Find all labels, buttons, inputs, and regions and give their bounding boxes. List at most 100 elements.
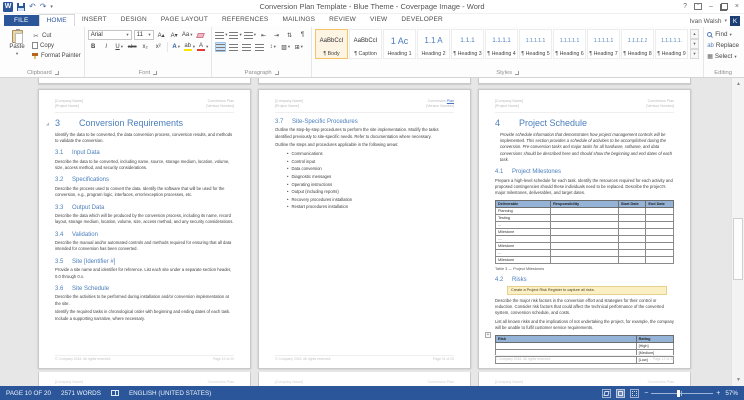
table-header-cell[interactable]: Responsibility bbox=[550, 199, 619, 208]
underline-button[interactable]: U ▾ bbox=[114, 42, 125, 52]
strikethrough-button[interactable]: abc bbox=[127, 42, 138, 52]
doc-table[interactable]: Deliverable Responsibility Start Date End D… bbox=[494, 199, 674, 264]
doc-note[interactable]: Create a Project Risk Register to captur… bbox=[507, 285, 667, 295]
table-cell[interactable] bbox=[550, 255, 619, 264]
copy-button[interactable]: Copy bbox=[32, 41, 81, 50]
table-cell[interactable] bbox=[617, 206, 647, 215]
table-cell[interactable] bbox=[617, 248, 647, 257]
sort-button[interactable]: ⇅ bbox=[284, 30, 295, 40]
gallery-scroll-up-icon[interactable]: ▴ bbox=[690, 29, 700, 39]
zoom-in-icon[interactable]: + bbox=[716, 390, 720, 397]
bullet-item[interactable]: Data conversion bbox=[287, 166, 454, 171]
paste-button[interactable]: Paste ▾ bbox=[5, 28, 29, 57]
table-cell[interactable] bbox=[550, 241, 619, 250]
page-body[interactable]: 3.7 Site-Specific Procedures Outline the s… bbox=[275, 119, 454, 210]
numbering-button[interactable]: ▾ bbox=[229, 30, 242, 40]
doc-heading2[interactable]: 3.3 Output Data bbox=[55, 205, 234, 211]
font-family-combo[interactable]: Arial ▾ bbox=[87, 30, 132, 40]
gallery-more-icon[interactable]: ▾ bbox=[690, 49, 700, 59]
table-cell[interactable] bbox=[550, 220, 619, 229]
tab-review[interactable]: REVIEW bbox=[322, 14, 363, 26]
doc-paragraph[interactable]: Outline the step-by-step procedures to p… bbox=[275, 127, 454, 140]
justify-button[interactable] bbox=[254, 42, 265, 52]
dialog-launcher-icon[interactable] bbox=[54, 70, 59, 75]
table-cell[interactable]: ... bbox=[494, 220, 552, 229]
style-chip-heading-3[interactable]: 1.1.1 ¶ Heading 3 bbox=[451, 29, 485, 59]
gallery-scroll-down-icon[interactable]: ▾ bbox=[690, 39, 700, 49]
table-header-cell[interactable]: Risk bbox=[495, 334, 637, 343]
tab-insert[interactable]: INSERT bbox=[75, 14, 114, 26]
change-case-button[interactable]: Aa ▾ bbox=[182, 30, 193, 40]
doc-paragraph[interactable]: Describe the data which will be produced… bbox=[55, 213, 234, 226]
align-center-button[interactable] bbox=[228, 42, 239, 52]
table-move-handle-icon[interactable]: + bbox=[485, 331, 491, 338]
doc-paragraph[interactable]: List all known risks and the implication… bbox=[495, 319, 674, 332]
page-body[interactable]: ◢ 3 Conversion Requirements Identify the da… bbox=[46, 118, 234, 322]
style-chip-heading-5[interactable]: 1.1.1.1.1 ¶ Heading 5 bbox=[519, 29, 553, 59]
table-header-cell[interactable]: Rating bbox=[635, 334, 675, 343]
multilevel-list-button[interactable]: ▾ bbox=[243, 30, 256, 40]
doc-heading2[interactable]: 3.5 Site [Identifier #] bbox=[55, 259, 234, 265]
table-cell[interactable] bbox=[617, 255, 647, 264]
table-cell[interactable]: Milestone bbox=[494, 227, 552, 236]
doc-heading1[interactable]: 4 Project Schedule bbox=[495, 118, 674, 128]
style-chip-heading-2[interactable]: 1.1 A Heading 2 bbox=[417, 29, 451, 59]
help-icon[interactable]: ? bbox=[683, 2, 687, 12]
doc-heading2[interactable]: 4.1 Project Milestones bbox=[495, 169, 674, 175]
select-button[interactable]: ▦ Select ▾ bbox=[707, 52, 739, 61]
customize-quick-access-icon[interactable]: ▾ bbox=[50, 4, 53, 10]
undo-icon[interactable]: ↶ bbox=[29, 2, 36, 12]
doc-paragraph[interactable]: Provide schedule information that demons… bbox=[500, 132, 674, 163]
tab-references[interactable]: REFERENCES bbox=[215, 14, 275, 26]
print-layout-button[interactable] bbox=[616, 388, 626, 398]
style-chip-heading-7[interactable]: 1.1.1.1.1 ¶ Heading 7 bbox=[587, 29, 621, 59]
borders-button[interactable]: ⊞ ▾ bbox=[293, 42, 304, 52]
user-account[interactable]: Ivan Walsh ▾ K bbox=[690, 16, 744, 26]
language-indicator[interactable]: ENGLISH (UNITED STATES) bbox=[129, 390, 211, 397]
tab-design[interactable]: DESIGN bbox=[114, 14, 154, 26]
dialog-launcher-icon[interactable] bbox=[274, 70, 279, 75]
ribbon-display-options-icon[interactable]: ^ bbox=[694, 3, 702, 10]
dialog-launcher-icon[interactable] bbox=[153, 70, 158, 75]
text-effects-button[interactable]: A ▾ bbox=[171, 42, 182, 52]
show-hide-pilcrow-button[interactable]: ¶ bbox=[297, 30, 308, 40]
table-header-cell[interactable]: Start Date bbox=[617, 199, 647, 208]
table-cell[interactable] bbox=[645, 255, 674, 264]
restore-icon[interactable] bbox=[719, 2, 728, 11]
scroll-up-icon[interactable]: ▲ bbox=[732, 78, 744, 90]
table-cell[interactable] bbox=[645, 206, 674, 215]
style-chip-heading-4[interactable]: 1.1.1.1 ¶ Heading 4 bbox=[485, 29, 519, 59]
doc-paragraph[interactable]: Describe the data to be converted, inclu… bbox=[55, 159, 234, 172]
doc-paragraph[interactable]: Describe the process used to convert the… bbox=[55, 186, 234, 199]
redo-icon[interactable]: ↷ bbox=[40, 2, 47, 12]
read-mode-button[interactable] bbox=[602, 388, 612, 398]
proofing-icon[interactable] bbox=[110, 390, 119, 396]
header-link[interactable]: Plan bbox=[447, 99, 454, 103]
table-cell[interactable]: Testing bbox=[494, 213, 552, 222]
doc-paragraph[interactable]: Identify the data to be converted, the d… bbox=[55, 132, 234, 145]
shading-button[interactable]: ▨ ▾ bbox=[280, 42, 291, 52]
bold-button[interactable]: B bbox=[88, 42, 99, 52]
superscript-button[interactable]: x² bbox=[153, 42, 164, 52]
tab-page-layout[interactable]: PAGE LAYOUT bbox=[154, 14, 215, 26]
style-chip-caption[interactable]: AaBbCcI ¶ Caption bbox=[349, 29, 383, 59]
table-cell[interactable] bbox=[617, 213, 647, 222]
table-cell[interactable]: [High] bbox=[635, 341, 675, 350]
table-cell[interactable] bbox=[550, 248, 619, 257]
close-icon[interactable]: × bbox=[735, 2, 739, 12]
cut-button[interactable]: ✂ Cut bbox=[32, 31, 81, 40]
table-cell[interactable] bbox=[645, 234, 674, 243]
doc-paragraph[interactable]: Describe the major risk factors in the c… bbox=[495, 298, 674, 317]
subscript-button[interactable]: x₂ bbox=[140, 42, 151, 52]
bullet-item[interactable]: Control input bbox=[287, 159, 454, 164]
doc-paragraph[interactable]: Prepare a high-level schedule for each t… bbox=[495, 178, 674, 197]
dialog-launcher-icon[interactable] bbox=[515, 70, 519, 75]
table-cell[interactable] bbox=[617, 220, 647, 229]
table-cell[interactable] bbox=[645, 213, 674, 222]
zoom-slider[interactable] bbox=[651, 389, 714, 397]
document-page[interactable]: [Company Name] [Project Name] Conversion P… bbox=[478, 89, 691, 369]
increase-indent-button[interactable]: ⇥ bbox=[271, 30, 282, 40]
table-header-cell[interactable]: Deliverable bbox=[494, 199, 552, 208]
table-cell[interactable] bbox=[645, 248, 674, 257]
word-count[interactable]: 2571 WORDS bbox=[61, 390, 101, 397]
